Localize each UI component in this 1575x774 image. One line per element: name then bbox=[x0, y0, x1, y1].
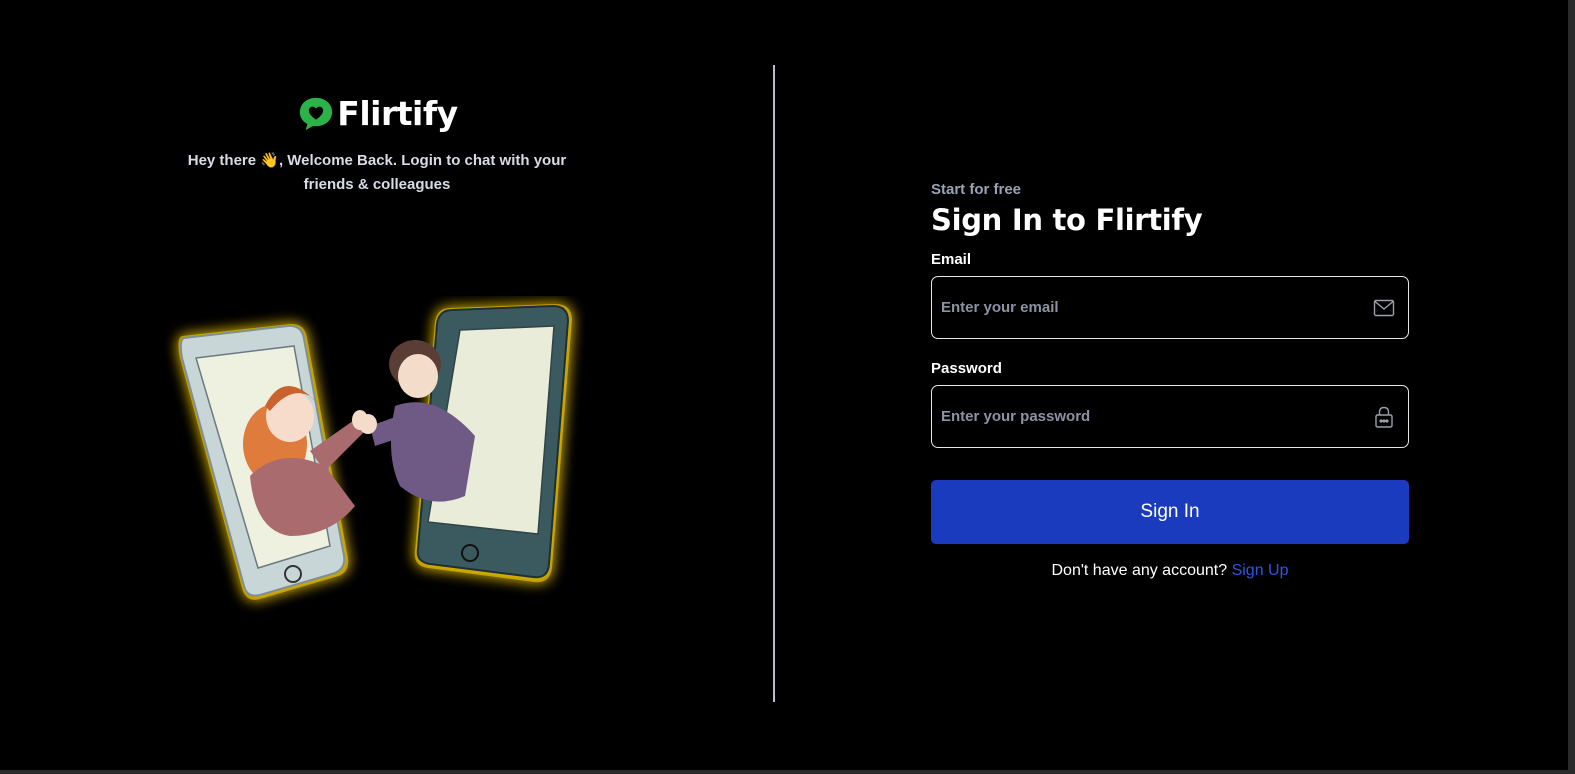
welcome-tagline: Hey there 👋, Welcome Back. Login to chat… bbox=[187, 152, 567, 193]
password-label: Password bbox=[931, 360, 1002, 377]
sign-in-button[interactable]: Sign In bbox=[931, 480, 1409, 544]
brand: Flirtify bbox=[0, 94, 755, 133]
panel-divider bbox=[773, 65, 775, 702]
brand-name: Flirtify bbox=[337, 94, 458, 133]
login-page: Flirtify Hey there 👋, Welcome Back. Logi… bbox=[0, 0, 1575, 774]
form-eyebrow: Start for free bbox=[931, 181, 1022, 198]
email-field-wrapper bbox=[931, 276, 1409, 339]
envelope-icon bbox=[1373, 299, 1395, 316]
welcome-panel: Flirtify Hey there 👋, Welcome Back. Logi… bbox=[0, 0, 773, 774]
password-field-wrapper bbox=[931, 385, 1409, 448]
signup-prompt-text: Don't have any account? bbox=[1051, 562, 1228, 579]
signup-prompt-line: Don't have any account? Sign Up bbox=[931, 562, 1409, 580]
chat-heart-logo-icon bbox=[300, 97, 333, 130]
sign-in-form: Start for free Sign In to Flirtify Email… bbox=[931, 180, 1409, 580]
couple-phones-illustration bbox=[178, 304, 572, 600]
password-field[interactable] bbox=[932, 386, 1408, 447]
form-title: Sign In to Flirtify bbox=[931, 203, 1203, 237]
email-field[interactable] bbox=[932, 277, 1408, 338]
lock-icon bbox=[1375, 406, 1393, 428]
email-label: Email bbox=[931, 251, 972, 268]
sign-up-link[interactable]: Sign Up bbox=[1232, 562, 1289, 579]
